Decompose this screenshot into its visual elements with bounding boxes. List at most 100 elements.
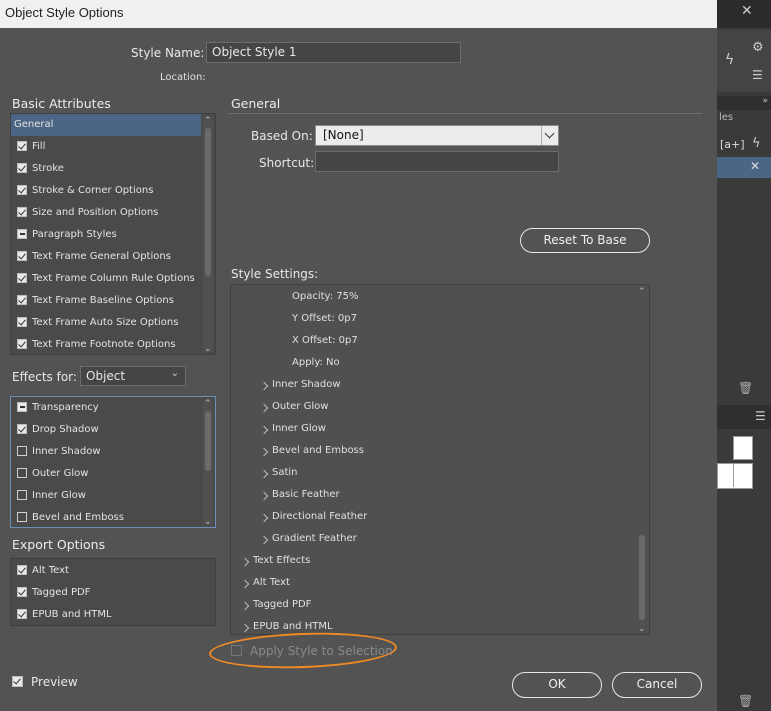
checkbox[interactable]: [17, 565, 27, 575]
chevron-right-icon[interactable]: [240, 623, 250, 633]
list-item[interactable]: Inner Shadow: [13, 441, 203, 463]
lightning-icon[interactable]: ϟ: [752, 136, 761, 151]
list-item[interactable]: Paragraph Styles: [13, 224, 203, 246]
dropdown-button[interactable]: [541, 126, 558, 145]
menu-icon[interactable]: ☰: [752, 68, 763, 82]
chevron-right-icon[interactable]: [259, 381, 269, 391]
chevron-right-icon[interactable]: [259, 535, 269, 545]
checkbox[interactable]: [17, 402, 27, 412]
trash-icon[interactable]: 🗑: [738, 381, 753, 395]
list-item[interactable]: Tagged PDF: [13, 582, 213, 604]
tree-row[interactable]: Text Effects: [253, 555, 310, 566]
list-item[interactable]: EPUB and HTML: [13, 604, 213, 626]
checkbox[interactable]: [17, 295, 27, 305]
chevron-right-icon[interactable]: [259, 513, 269, 523]
lightning-icon[interactable]: ϟ: [725, 52, 734, 68]
effects-list[interactable]: ⌃ ⌄ Transparency Drop Shadow Inner Shadow O…: [10, 396, 216, 528]
list-item[interactable]: Text Frame Column Rule Options: [13, 268, 203, 290]
scroll-up-icon[interactable]: ⌃: [204, 399, 212, 409]
panel-tab-label[interactable]: les: [719, 112, 733, 123]
checkbox[interactable]: [17, 468, 27, 478]
checkbox[interactable]: [17, 490, 27, 500]
list-item[interactable]: General: [11, 114, 201, 136]
chevron-right-icon[interactable]: [259, 425, 269, 435]
chevron-right-icon[interactable]: [259, 491, 269, 501]
list-item[interactable]: Text Frame Auto Size Options: [13, 312, 203, 334]
scrollbar[interactable]: ⌃ ⌄: [203, 399, 213, 527]
scroll-thumb[interactable]: [639, 535, 645, 620]
list-item[interactable]: Text Frame Baseline Options: [13, 290, 203, 312]
checkbox[interactable]: [17, 339, 27, 349]
list-item[interactable]: Stroke & Corner Options: [13, 180, 203, 202]
list-item[interactable]: Bevel and Emboss: [13, 507, 203, 529]
chevron-right-icon[interactable]: [240, 579, 250, 589]
style-settings-tree[interactable]: ⌃ ⌄ Opacity: 75% Y Offset: 0p7 X Offset: 0…: [230, 284, 650, 635]
reset-to-base-button[interactable]: Reset To Base: [520, 228, 650, 253]
checkbox[interactable]: [17, 229, 27, 239]
tree-row[interactable]: EPUB and HTML: [253, 621, 333, 632]
panel-selected-row[interactable]: ✕: [717, 157, 771, 178]
chevron-right-icon[interactable]: [259, 469, 269, 479]
trash-icon[interactable]: 🗑: [738, 694, 753, 708]
swatch-box[interactable]: [717, 463, 753, 489]
scroll-up-icon[interactable]: ⌃: [204, 116, 212, 126]
checkbox[interactable]: [17, 207, 27, 217]
checkbox[interactable]: [17, 185, 27, 195]
tree-row[interactable]: Alt Text: [253, 577, 290, 588]
panel-collapse-icon[interactable]: »: [762, 96, 768, 106]
scroll-thumb[interactable]: [205, 411, 211, 471]
effects-for-select[interactable]: Object ⌄: [80, 366, 186, 386]
shortcut-input[interactable]: [315, 151, 559, 172]
gear-icon[interactable]: ⚙: [752, 40, 764, 55]
swatch-box[interactable]: [733, 436, 753, 460]
checkbox[interactable]: [17, 587, 27, 597]
scrollbar[interactable]: ⌃ ⌄: [637, 287, 647, 634]
chevron-right-icon[interactable]: [240, 557, 250, 567]
tree-row[interactable]: Bevel and Emboss: [272, 445, 364, 456]
list-item[interactable]: Outer Glow: [13, 463, 203, 485]
checkbox[interactable]: [17, 141, 27, 151]
scroll-down-icon[interactable]: ⌄: [204, 517, 212, 527]
basic-attributes-list[interactable]: ⌃ ⌄ General Fill Stroke Stroke & Corner Opt…: [10, 113, 216, 355]
checkbox[interactable]: [17, 251, 27, 261]
tree-row[interactable]: Gradient Feather: [272, 533, 357, 544]
preview-checkbox[interactable]: [12, 676, 23, 687]
checkbox[interactable]: [17, 446, 27, 456]
checkbox[interactable]: [17, 163, 27, 173]
style-name-input[interactable]: Object Style 1: [206, 42, 461, 63]
apply-style-checkbox[interactable]: [231, 645, 242, 656]
tree-row[interactable]: Satin: [272, 467, 298, 478]
close-icon[interactable]: ✕: [741, 3, 753, 19]
list-item[interactable]: Fill: [13, 136, 203, 158]
checkbox[interactable]: [17, 512, 27, 522]
list-item[interactable]: Size and Position Options: [13, 202, 203, 224]
checkbox[interactable]: [17, 424, 27, 434]
based-on-select[interactable]: [None]: [315, 125, 559, 146]
chevron-right-icon[interactable]: [259, 447, 269, 457]
tree-row[interactable]: Inner Glow: [272, 423, 326, 434]
new-style-button[interactable]: [a+]: [720, 138, 745, 151]
list-item[interactable]: Stroke: [13, 158, 203, 180]
tree-row[interactable]: Inner Shadow: [272, 379, 341, 390]
chevron-right-icon[interactable]: [259, 403, 269, 413]
scroll-thumb[interactable]: [205, 128, 211, 276]
ok-button[interactable]: OK: [512, 672, 602, 698]
tree-row[interactable]: Tagged PDF: [253, 599, 311, 610]
list-item[interactable]: Alt Text: [13, 560, 213, 582]
tree-row[interactable]: Directional Feather: [272, 511, 367, 522]
checkbox[interactable]: [17, 273, 27, 283]
list-item[interactable]: Transparency: [13, 397, 203, 419]
menu-icon[interactable]: ☰: [755, 409, 766, 423]
tree-row[interactable]: Outer Glow: [272, 401, 328, 412]
checkbox[interactable]: [17, 317, 27, 327]
checkbox[interactable]: [17, 609, 27, 619]
scroll-down-icon[interactable]: ⌄: [638, 624, 646, 634]
scrollbar[interactable]: ⌃ ⌄: [203, 116, 213, 354]
chevron-right-icon[interactable]: [240, 601, 250, 611]
tree-row[interactable]: Basic Feather: [272, 489, 340, 500]
scroll-up-icon[interactable]: ⌃: [638, 287, 646, 297]
scroll-down-icon[interactable]: ⌄: [204, 344, 212, 354]
export-options-list[interactable]: Alt Text Tagged PDF EPUB and HTML: [10, 558, 216, 626]
list-item[interactable]: Inner Glow: [13, 485, 203, 507]
list-item[interactable]: Text Frame Footnote Options: [13, 334, 203, 356]
